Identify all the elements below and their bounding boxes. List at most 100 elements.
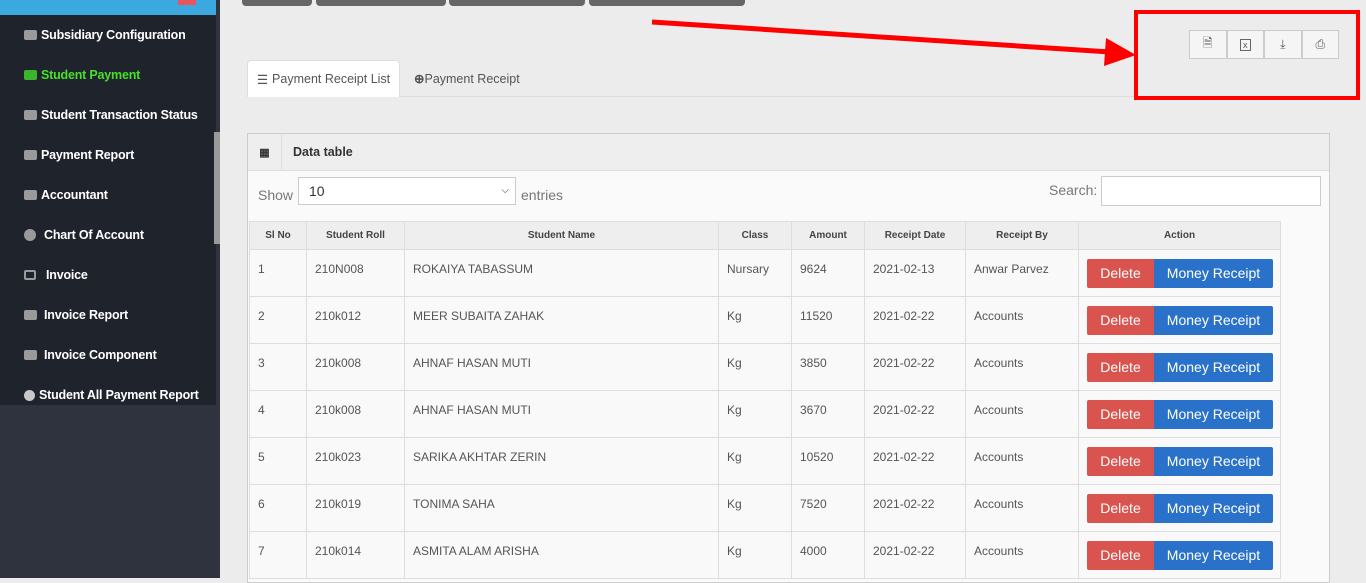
column-header[interactable]: Student Name — [404, 221, 719, 250]
top-button[interactable] — [449, 0, 585, 6]
delete-button[interactable]: Delete — [1087, 447, 1154, 476]
table-cell: 210k008 — [306, 343, 405, 391]
column-header[interactable]: Sl No — [249, 221, 307, 250]
table-row: 3 210k008 AHNAF HASAN MUTI Kg 3850 2021-02-22… — [249, 343, 1281, 391]
table-cell: Accounts — [965, 390, 1079, 438]
money-receipt-button[interactable]: Money Receipt — [1154, 353, 1273, 382]
badge — [178, 0, 196, 5]
table-cell: Kg — [718, 484, 792, 532]
sidebar-item-student-payment[interactable]: Student Payment — [0, 55, 216, 95]
entries-label: entries — [521, 187, 564, 203]
sidebar-item-invoice[interactable]: Invoice — [0, 255, 216, 295]
table-cell: 210k014 — [306, 531, 405, 579]
delete-button[interactable]: Delete — [1087, 353, 1154, 382]
table-cell: Accounts — [965, 343, 1079, 391]
show-label: Show — [258, 187, 294, 203]
sidebar-item-label: Accountant — [41, 188, 108, 202]
sidebar-item-accountant[interactable]: Accountant — [0, 175, 216, 215]
delete-button[interactable]: Delete — [1087, 494, 1154, 523]
column-header[interactable]: Receipt By — [965, 221, 1079, 250]
window-icon — [24, 270, 36, 280]
entries-select[interactable]: 10 ⌵ — [298, 177, 516, 205]
arrow-shaft — [651, 19, 1111, 55]
sidebar-item-student-all-payment-report[interactable]: Student All Payment Report — [0, 375, 216, 415]
table-cell: 3850 — [791, 343, 865, 391]
delete-button[interactable]: Delete — [1087, 259, 1154, 288]
top-button[interactable] — [316, 0, 446, 6]
sidebar-item-subsidiary-configuration[interactable]: Subsidiary Configuration — [0, 15, 216, 55]
table-cell: Kg — [718, 437, 792, 485]
sidebar-item-label: Chart Of Account — [44, 228, 144, 242]
table-cell: SARIKA AKHTAR ZERIN — [404, 437, 719, 485]
table-row: 1 210N008 ROKAIYA TABASSUM Nursary 9624 2021-… — [249, 249, 1281, 297]
sidebar-item-invoice-report[interactable]: Invoice Report — [0, 295, 216, 335]
action-cell: Delete Money Receipt — [1078, 531, 1281, 579]
payment-table: Sl No Student Roll Student Name Class Amount… — [249, 221, 1281, 579]
money-receipt-button[interactable]: Money Receipt — [1154, 541, 1273, 570]
chevron-down-icon: ⌵ — [501, 185, 509, 196]
column-header[interactable]: Receipt Date — [864, 221, 966, 250]
table-cell: 4000 — [791, 531, 865, 579]
column-header[interactable]: Student Roll — [306, 221, 405, 250]
table-cell: 210k012 — [306, 296, 405, 344]
tab-payment-receipt[interactable]: ⊕ Payment Receipt — [414, 60, 520, 97]
column-header[interactable]: Class — [718, 221, 792, 250]
table-cell: TONIMA SAHA — [404, 484, 719, 532]
sidebar-item-label: Student Transaction Status — [41, 108, 198, 122]
sidebar-scrollbar[interactable] — [214, 132, 220, 244]
action-cell: Delete Money Receipt — [1078, 484, 1281, 532]
table-cell: Anwar Parvez — [965, 249, 1079, 297]
delete-button[interactable]: Delete — [1087, 306, 1154, 335]
briefcase-icon — [24, 70, 37, 80]
table-cell: 210k019 — [306, 484, 405, 532]
table-cell: 2021-02-22 — [864, 390, 966, 438]
column-header[interactable]: Amount — [791, 221, 865, 250]
search-label: Search: — [1049, 182, 1098, 198]
table-cell: 210N008 — [306, 249, 405, 297]
money-receipt-button[interactable]: Money Receipt — [1154, 447, 1273, 476]
table-cell: Kg — [718, 390, 792, 438]
table-cell: 210k008 — [306, 390, 405, 438]
panel-title: Data table — [293, 145, 353, 159]
table-header-row: Sl No Student Roll Student Name Class Amount… — [249, 221, 1281, 250]
sidebar-item-student-transaction-status[interactable]: Student Transaction Status — [0, 95, 216, 135]
table-cell: 2021-02-22 — [864, 531, 966, 579]
sidebar-item-label: Student Payment — [41, 68, 141, 82]
table-cell: Kg — [718, 296, 792, 344]
briefcase-icon — [24, 150, 37, 160]
top-button[interactable] — [589, 0, 745, 6]
money-receipt-button[interactable]: Money Receipt — [1154, 259, 1273, 288]
sidebar-item-chart-of-account[interactable]: Chart Of Account — [0, 215, 216, 255]
delete-button[interactable]: Delete — [1087, 541, 1154, 570]
table-cell: 2021-02-22 — [864, 296, 966, 344]
annotation-highlight-box — [1134, 10, 1360, 100]
table-cell: 3 — [249, 343, 307, 391]
table-cell: ROKAIYA TABASSUM — [404, 249, 719, 297]
tab-payment-receipt-list[interactable]: ☰ Payment Receipt List — [247, 60, 400, 97]
money-receipt-button[interactable]: Money Receipt — [1154, 306, 1273, 335]
tab-label: Payment Receipt List — [272, 72, 391, 86]
table-cell: 10520 — [791, 437, 865, 485]
sidebar-item-payment-report[interactable]: Payment Report — [0, 135, 216, 175]
table-cell: 9624 — [791, 249, 865, 297]
sidebar-item-label: Student All Payment Report — [39, 388, 199, 402]
money-receipt-button[interactable]: Money Receipt — [1154, 494, 1273, 523]
sidebar-header — [0, 0, 216, 15]
top-button[interactable] — [242, 0, 312, 6]
table-cell: Accounts — [965, 296, 1079, 344]
table-cell: 1 — [249, 249, 307, 297]
action-cell: Delete Money Receipt — [1078, 296, 1281, 344]
column-header[interactable]: Action — [1078, 221, 1281, 250]
table-cell: Accounts — [965, 531, 1079, 579]
sidebar-item-label: Payment Report — [41, 148, 135, 162]
search-input[interactable] — [1101, 176, 1321, 206]
table-row: 5 210k023 SARIKA AKHTAR ZERIN Kg 10520 2021-0… — [249, 437, 1281, 485]
table-cell: ASMITA ALAM ARISHA — [404, 531, 719, 579]
data-table-panel: ▦ Data table Show 10 ⌵ entries Search: Sl… — [247, 133, 1330, 583]
delete-button[interactable]: Delete — [1087, 400, 1154, 429]
sidebar-menu: Subsidiary Configuration Student Payment S… — [0, 15, 216, 405]
money-receipt-button[interactable]: Money Receipt — [1154, 400, 1273, 429]
table-cell: Accounts — [965, 484, 1079, 532]
table-row: 6 210k019 TONIMA SAHA Kg 7520 2021-02-22 Accou… — [249, 484, 1281, 532]
sidebar-item-invoice-component[interactable]: Invoice Component — [0, 335, 216, 375]
